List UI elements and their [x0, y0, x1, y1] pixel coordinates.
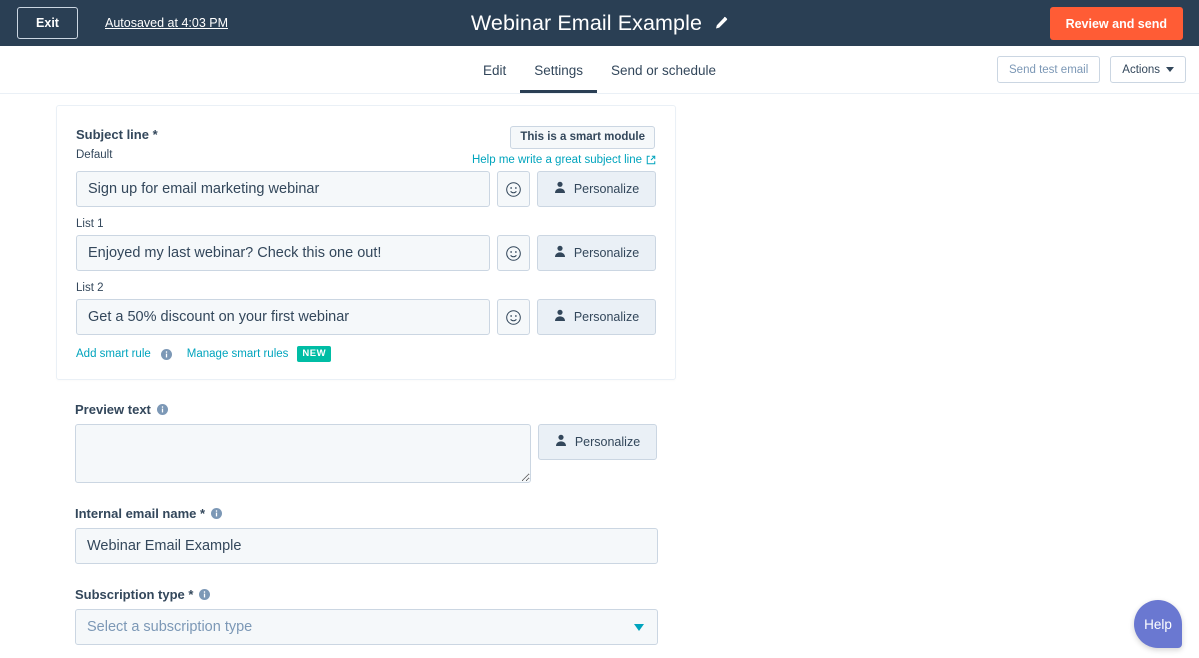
subject-default-label-row: Default Help me write a great subject li…: [76, 149, 656, 166]
external-link-icon: [646, 155, 656, 165]
subject-default-row: Personalize: [76, 171, 656, 207]
contact-person-icon: [554, 181, 566, 197]
top-app-bar: Exit Autosaved at 4:03 PM Webinar Email …: [0, 0, 1199, 46]
subject-line-label-text: Subject line *: [76, 127, 158, 142]
personalize-label-default: Personalize: [573, 182, 640, 196]
actions-button[interactable]: Actions: [1110, 56, 1186, 83]
internal-email-name-block: Internal email name *: [75, 506, 695, 564]
subject-line-smart-card: This is a smart module Subject line * De…: [56, 105, 676, 380]
info-icon[interactable]: [211, 508, 223, 519]
subject-list2-row: Personalize: [76, 299, 656, 335]
exit-button[interactable]: Exit: [17, 7, 78, 39]
subject-list2-label: List 2: [76, 282, 104, 294]
new-badge: NEW: [297, 346, 332, 362]
smart-module-badge[interactable]: This is a smart module: [510, 126, 655, 149]
review-and-send-button[interactable]: Review and send: [1049, 7, 1183, 40]
help-button[interactable]: Help: [1134, 600, 1182, 648]
tab-send-or-schedule[interactable]: Send or schedule: [597, 63, 730, 94]
subject-default-label: Default: [76, 149, 113, 161]
autosave-status[interactable]: Autosaved at 4:03 PM: [105, 16, 228, 30]
manage-smart-rules-link[interactable]: Manage smart rules: [187, 348, 289, 360]
preview-text-input[interactable]: [75, 424, 531, 483]
personalize-button-list1[interactable]: Personalize: [537, 235, 656, 271]
subject-list2-input[interactable]: [76, 299, 490, 335]
info-icon[interactable]: [160, 348, 172, 360]
settings-content: This is a smart module Subject line * De…: [0, 94, 1199, 658]
emoji-smiley-icon[interactable]: [496, 171, 530, 207]
tab-bar: Edit Settings Send or schedule Send test…: [0, 46, 1199, 94]
tab-settings[interactable]: Settings: [520, 63, 597, 93]
info-icon[interactable]: [156, 404, 168, 415]
help-write-subject-link[interactable]: Help me write a great subject line: [472, 154, 656, 166]
actions-button-label: Actions: [1122, 63, 1160, 76]
add-smart-rule-link[interactable]: Add smart rule: [76, 348, 151, 360]
emoji-smiley-icon[interactable]: [496, 299, 530, 335]
subject-list1-input[interactable]: [76, 235, 490, 271]
personalize-label-list1: Personalize: [573, 246, 640, 260]
subscription-type-label: Subscription type *: [75, 587, 695, 602]
pencil-icon[interactable]: [713, 16, 728, 31]
subject-list1-label: List 1: [76, 218, 104, 230]
internal-email-name-label: Internal email name *: [75, 506, 695, 521]
personalize-button-list2[interactable]: Personalize: [537, 299, 656, 335]
preview-text-label: Preview text: [75, 402, 695, 417]
help-write-subject-link-label: Help me write a great subject line: [471, 154, 642, 166]
internal-email-name-label-text: Internal email name *: [75, 506, 206, 521]
emoji-smiley-icon[interactable]: [496, 235, 530, 271]
subscription-type-label-text: Subscription type *: [75, 587, 194, 602]
personalize-label-preview: Personalize: [574, 435, 641, 449]
subscription-type-select-wrap: Select a subscription type: [75, 609, 658, 645]
personalize-button-preview[interactable]: Personalize: [538, 424, 657, 460]
subscription-type-select[interactable]: Select a subscription type: [75, 609, 658, 645]
chevron-down-icon: [1166, 67, 1174, 72]
preview-text-label-text: Preview text: [75, 402, 151, 417]
subject-default-input[interactable]: [76, 171, 490, 207]
contact-person-icon: [555, 434, 567, 450]
contact-person-icon: [554, 309, 566, 325]
page-title: Webinar Email Example: [470, 10, 703, 35]
subscription-type-block: Subscription type * Select a subscriptio…: [75, 587, 695, 645]
contact-person-icon: [554, 245, 566, 261]
personalize-button-default[interactable]: Personalize: [537, 171, 656, 207]
send-test-email-button[interactable]: Send test email: [997, 56, 1101, 83]
tab-edit[interactable]: Edit: [469, 63, 520, 94]
internal-email-name-input[interactable]: [75, 528, 658, 564]
tab-bar-actions: Send test email Actions: [997, 56, 1186, 83]
subject-list1-row: Personalize: [76, 235, 656, 271]
personalize-label-list2: Personalize: [573, 310, 640, 324]
info-icon[interactable]: [199, 589, 211, 600]
lower-settings-fields: Preview text Personalize Internal email …: [75, 402, 695, 645]
smart-rule-actions: Add smart rule Manage smart rules NEW: [76, 346, 656, 362]
preview-text-row: Personalize: [75, 424, 695, 483]
